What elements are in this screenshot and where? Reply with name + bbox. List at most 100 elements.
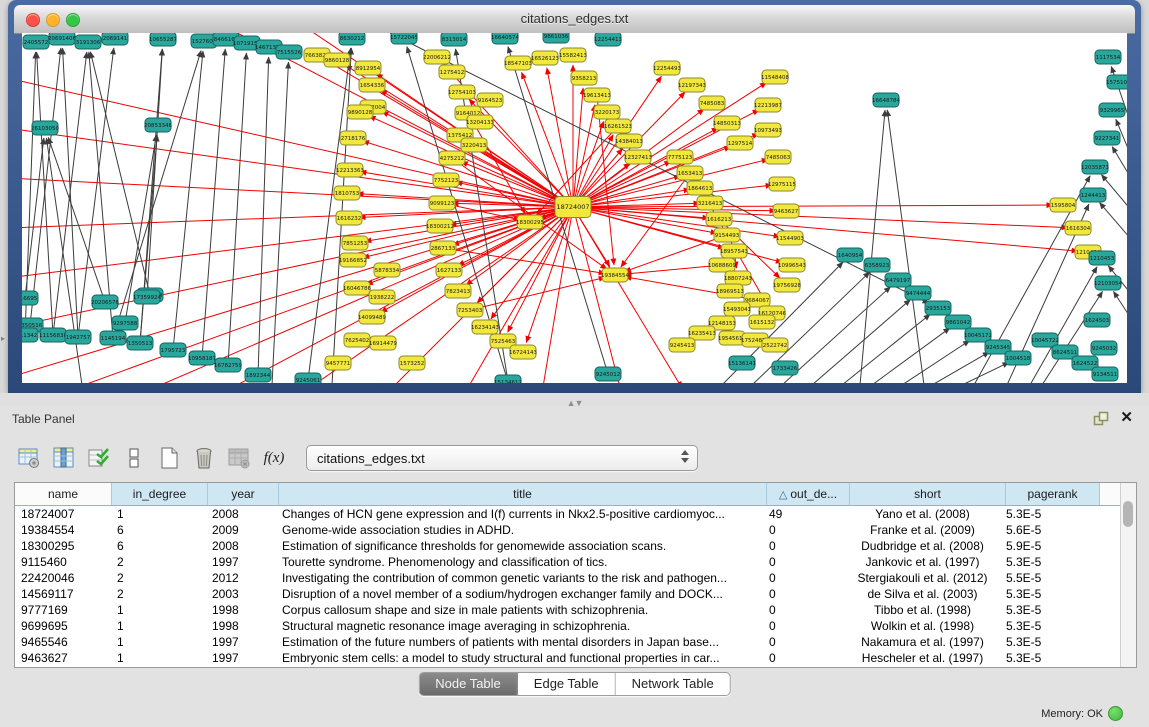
graph-node[interactable]: 9245061 xyxy=(295,373,321,383)
graph-node[interactable]: 3220173 xyxy=(594,105,620,119)
graph-node[interactable]: 9099123 xyxy=(429,196,455,210)
column-header-name[interactable]: name xyxy=(15,483,112,505)
tab-edge-table[interactable]: Edge Table xyxy=(518,673,616,695)
graph-node[interactable]: 9457771 xyxy=(325,356,351,370)
network-canvas[interactable]: 1872400776638229860128891295416543362342… xyxy=(22,33,1127,383)
create-table-button[interactable] xyxy=(154,443,184,473)
graph-node[interactable]: 7485063 xyxy=(765,150,791,164)
graph-node[interactable]: 9861042 xyxy=(945,315,971,329)
graph-node[interactable]: 1244413 xyxy=(1080,188,1106,202)
graph-node[interactable]: 16648784 xyxy=(872,93,900,107)
graph-node[interactable]: 1733426 xyxy=(772,361,798,375)
graph-node[interactable]: 7775123 xyxy=(667,150,693,164)
table-row[interactable]: 977716911998Corpus callosum shape and si… xyxy=(15,602,1120,618)
graph-node-hub[interactable]: 18724007 xyxy=(555,197,591,218)
delete-table-button[interactable] xyxy=(224,443,254,473)
graph-node[interactable]: 3191306 xyxy=(75,35,101,49)
float-panel-icon[interactable] xyxy=(1093,411,1109,427)
graph-node[interactable]: 9463627 xyxy=(773,204,799,218)
graph-node[interactable]: 8912954 xyxy=(355,61,381,75)
graph-node[interactable]: 9297588 xyxy=(112,316,138,330)
graph-node[interactable]: 9860128 xyxy=(324,53,350,67)
graph-node[interactable]: 18300212 xyxy=(426,219,454,233)
graph-node[interactable]: 1892344 xyxy=(245,368,271,382)
scrollbar-thumb[interactable] xyxy=(1123,501,1133,527)
graph-node[interactable]: 1297514 xyxy=(727,136,753,150)
graph-node[interactable]: 1653413 xyxy=(677,166,703,180)
graph-node[interactable]: 15134612 xyxy=(494,375,522,383)
column-header-in_degree[interactable]: in_degree xyxy=(112,483,208,505)
table-row[interactable]: 969969511998Structural magnetic resonanc… xyxy=(15,618,1120,634)
graph-node[interactable]: 15493041 xyxy=(723,302,751,316)
graph-node[interactable]: 19613413 xyxy=(583,88,611,102)
graph-node[interactable]: 12103054 xyxy=(1094,276,1122,290)
memory-ok-indicator[interactable] xyxy=(1108,706,1123,721)
graph-node[interactable]: 1654336 xyxy=(359,78,385,92)
graph-node[interactable]: 9245413 xyxy=(669,338,695,352)
table-row[interactable]: 946554611997Estimation of the future num… xyxy=(15,634,1120,650)
graph-node[interactable]: 11548408 xyxy=(761,70,789,84)
graph-node[interactable]: 1810753 xyxy=(334,186,360,200)
graph-node[interactable]: 1938222 xyxy=(369,290,395,304)
graph-node[interactable]: 1627133 xyxy=(436,263,462,277)
graph-node[interactable]: 11156838 xyxy=(39,328,67,342)
panel-splitter[interactable]: ▲▼ xyxy=(0,393,1149,407)
table-row[interactable]: 911546021997Tourette syndrome. Phenomeno… xyxy=(15,554,1120,570)
table-row[interactable]: 1872400712008Changes of HCN gene express… xyxy=(15,506,1120,522)
column-header-short[interactable]: short xyxy=(850,483,1006,505)
graph-node[interactable]: 7823413 xyxy=(445,284,471,298)
graph-node[interactable]: 7515526 xyxy=(276,45,302,59)
graph-node[interactable]: 2718176 xyxy=(340,131,366,145)
graph-node[interactable]: 1275412 xyxy=(439,65,465,79)
graph-node[interactable]: 12035873 xyxy=(1081,160,1109,174)
graph-node[interactable]: 9154493 xyxy=(714,228,740,242)
graph-node[interactable]: 26103050 xyxy=(31,121,59,135)
graph-node[interactable]: 18969513 xyxy=(716,284,744,298)
graph-node[interactable]: 10655287 xyxy=(149,33,177,46)
graph-node[interactable]: 1004518 xyxy=(1005,351,1031,365)
graph-node[interactable]: 12213363 xyxy=(336,163,364,177)
graph-node[interactable]: 18807243 xyxy=(724,271,752,285)
graph-node[interactable]: 10996543 xyxy=(778,258,806,272)
graph-node[interactable]: 12327413 xyxy=(624,150,652,164)
graph-node[interactable]: 9134511 xyxy=(1092,367,1118,381)
graph-node[interactable]: 16046786 xyxy=(343,281,371,295)
graph-node[interactable]: 1145194 xyxy=(100,331,126,345)
graph-node[interactable]: 13204133 xyxy=(466,115,494,129)
graph-node[interactable]: 12213987 xyxy=(754,98,782,112)
graph-node[interactable]: 3911342 xyxy=(22,328,38,342)
graph-node[interactable]: 12754103 xyxy=(448,85,476,99)
graph-node[interactable]: 9245012 xyxy=(595,367,621,381)
graph-node[interactable]: 1573252 xyxy=(399,356,425,370)
graph-node[interactable]: 1942757 xyxy=(65,330,91,344)
graph-node[interactable]: 18300295 xyxy=(516,215,544,229)
graph-node[interactable]: 1616232 xyxy=(336,211,362,225)
graph-node[interactable]: 14384013 xyxy=(615,134,643,148)
graph-node[interactable]: 20691406 xyxy=(48,33,76,45)
graph-node[interactable]: 2522742 xyxy=(762,338,788,352)
column-header-title[interactable]: title xyxy=(279,483,767,505)
graph-node[interactable]: 1616304 xyxy=(1065,221,1091,235)
graph-node[interactable]: 8630212 xyxy=(339,33,365,45)
graph-node[interactable]: 9227341 xyxy=(1094,131,1120,145)
graph-node[interactable]: 1117534 xyxy=(1095,50,1121,64)
graph-node[interactable]: 7752123 xyxy=(433,173,459,187)
network-table-select[interactable]: citations_edges.txt xyxy=(306,445,698,471)
row-height-button[interactable] xyxy=(119,443,149,473)
graph-node[interactable]: 6479197 xyxy=(885,273,911,287)
graph-node[interactable]: 9861036 xyxy=(543,33,569,43)
graph-node[interactable]: 12254413 xyxy=(594,33,622,46)
citation-network-graph[interactable]: 1872400776638229860128891295416543362342… xyxy=(22,33,1127,383)
graph-node[interactable]: 16261523 xyxy=(604,119,632,133)
graph-node[interactable]: 7485083 xyxy=(699,96,725,110)
tab-network-table[interactable]: Network Table xyxy=(616,673,730,695)
graph-node[interactable]: 4275212 xyxy=(439,151,465,165)
graph-node[interactable]: 19756928 xyxy=(773,278,801,292)
graph-node[interactable]: 8313014 xyxy=(441,33,467,46)
graph-node[interactable]: 16640574 xyxy=(491,33,519,44)
function-builder-button[interactable]: f(x) xyxy=(259,443,289,473)
graph-node[interactable]: 18957543 xyxy=(720,244,748,258)
show-columns-button[interactable] xyxy=(49,443,79,473)
window-titlebar[interactable]: citations_edges.txt xyxy=(14,5,1135,34)
graph-node[interactable]: 19166852 xyxy=(339,253,367,267)
